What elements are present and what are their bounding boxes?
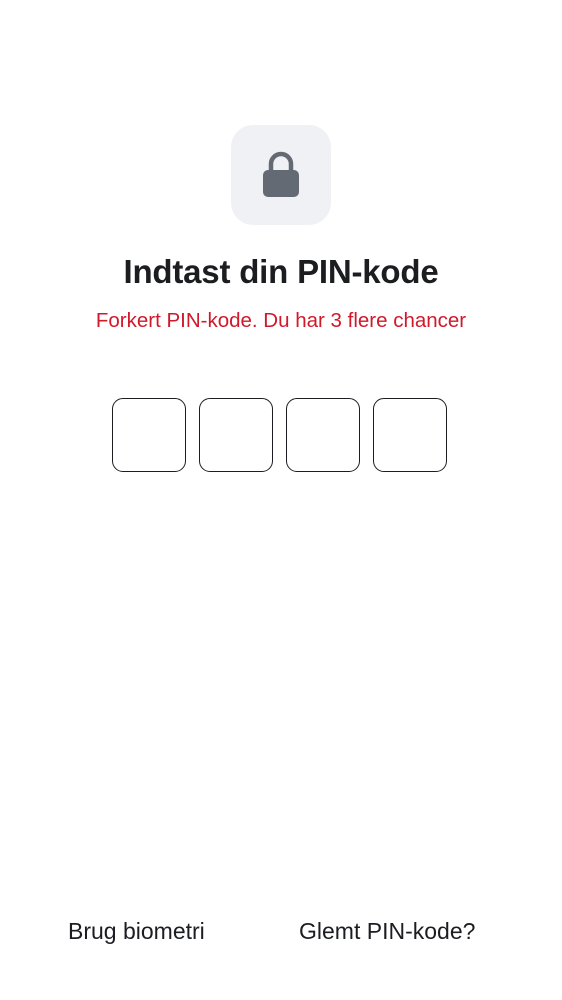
forgot-pin-button[interactable]: Glemt PIN-kode? (299, 914, 475, 948)
error-message: Forkert PIN-kode. Du har 3 flere chancer (95, 309, 467, 332)
pin-digit-3[interactable] (286, 398, 360, 472)
pin-digit-2[interactable] (199, 398, 273, 472)
use-biometrics-button[interactable]: Brug biometri (68, 914, 205, 948)
pin-digit-1[interactable] (112, 398, 186, 472)
lock-icon (263, 151, 299, 197)
page-title: Indtast din PIN-kode (123, 253, 439, 290)
pin-input-group[interactable] (112, 398, 447, 472)
lock-icon-tile (231, 125, 331, 225)
pin-digit-4[interactable] (373, 398, 447, 472)
